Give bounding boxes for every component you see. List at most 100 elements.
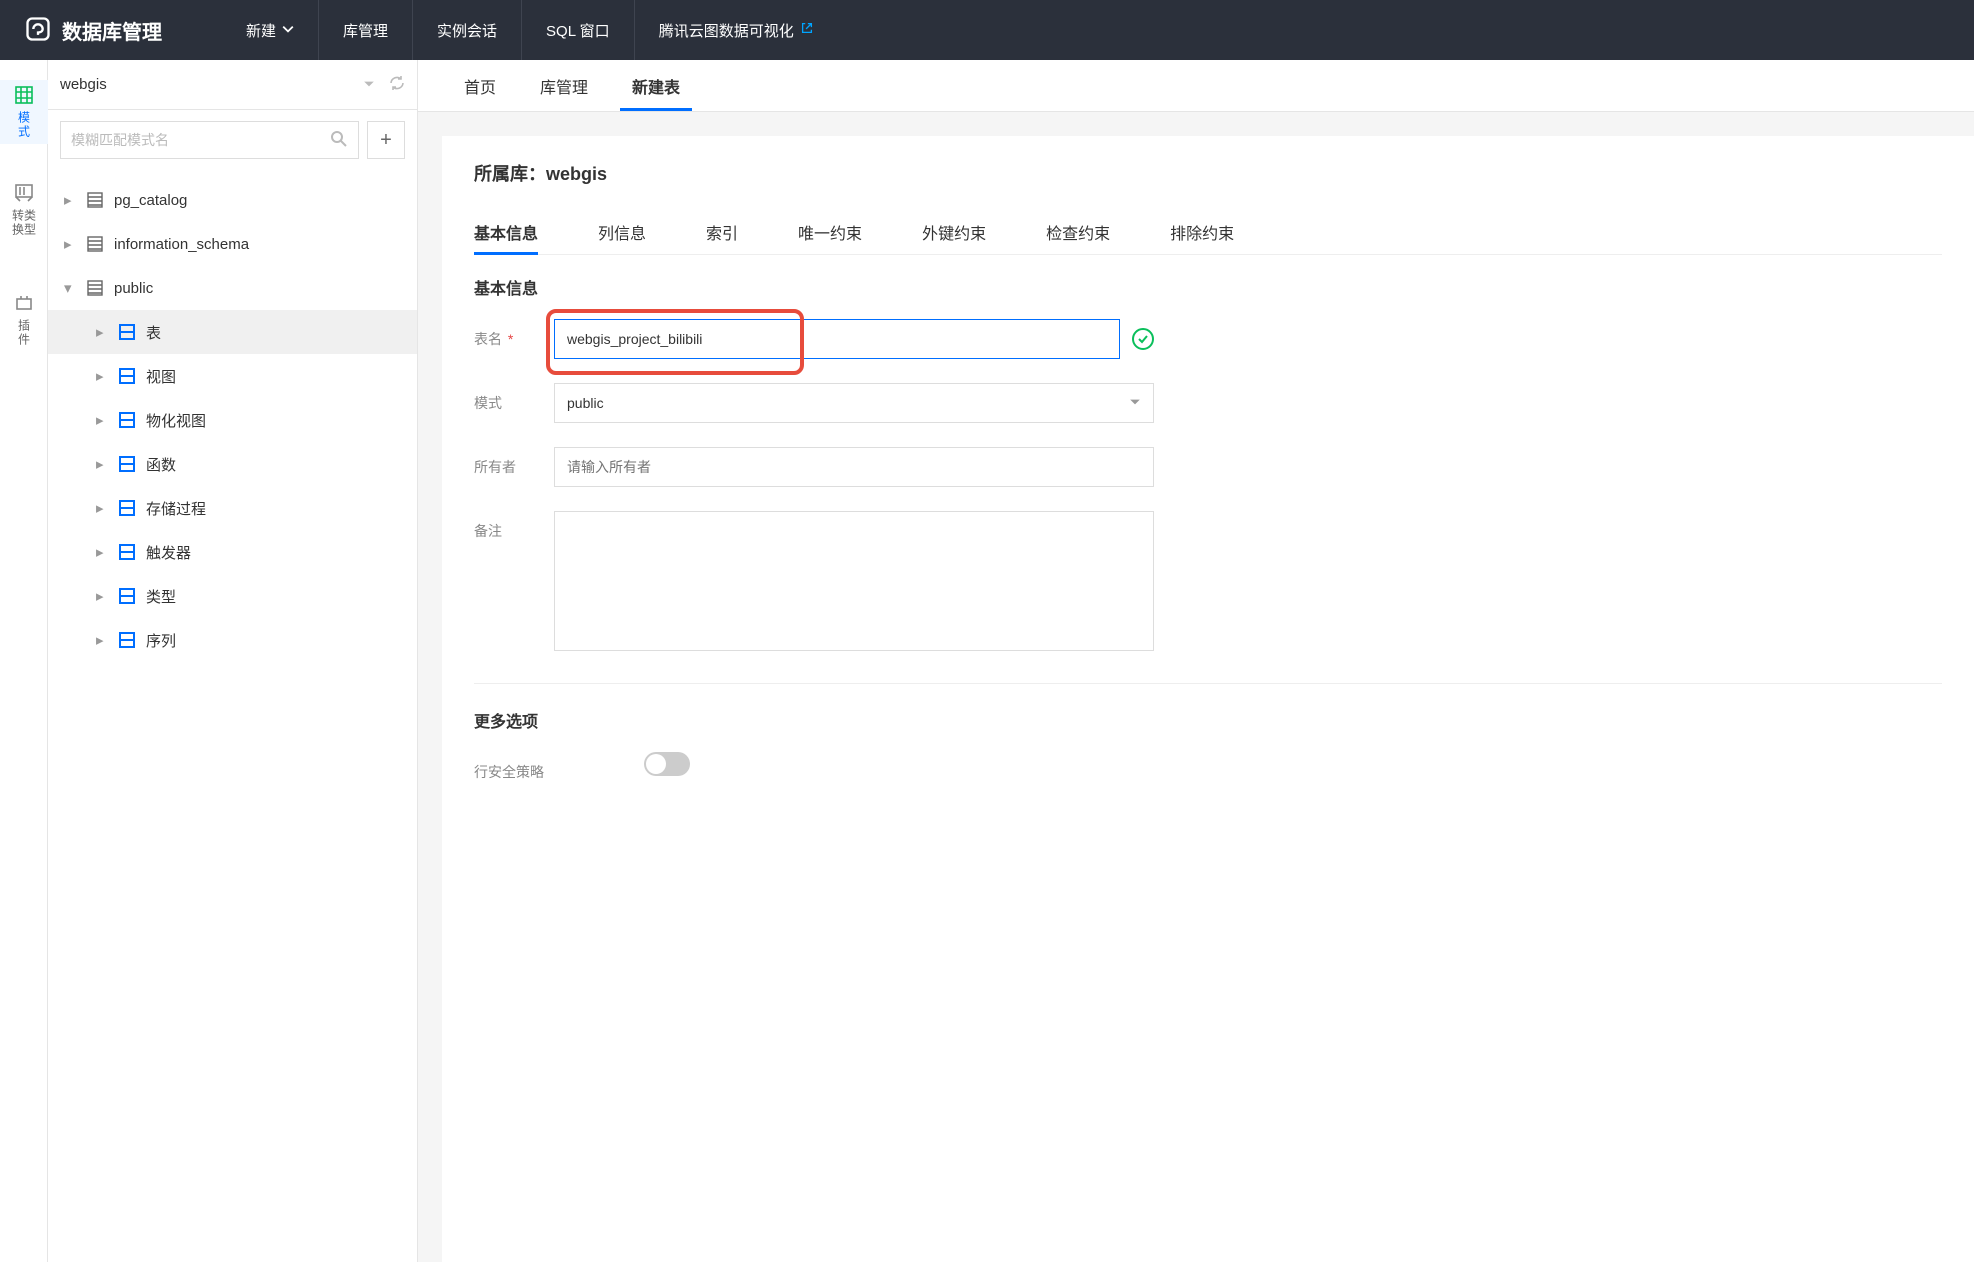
tree-schema-information-schema[interactable]: ▸ information_schema bbox=[48, 222, 417, 266]
owner-db-label: 所属库： bbox=[474, 164, 546, 184]
brand-text: 数据库管理 bbox=[62, 16, 162, 45]
tree-triggers[interactable]: ▸ 触发器 bbox=[48, 530, 417, 574]
dropdown-icon[interactable] bbox=[363, 77, 375, 93]
rail-plugin[interactable]: 插件 bbox=[0, 288, 48, 352]
logo-icon bbox=[24, 15, 52, 46]
subtab-label: 列信息 bbox=[598, 226, 646, 243]
tab-label: 库管理 bbox=[540, 74, 588, 98]
schema-icon bbox=[86, 191, 104, 209]
subtab-exclude[interactable]: 排除约束 bbox=[1170, 210, 1234, 254]
tab-db-manage[interactable]: 库管理 bbox=[518, 60, 610, 111]
caret-right-icon: ▸ bbox=[96, 367, 110, 385]
label-row-security: 行安全策略 bbox=[474, 752, 644, 782]
schema-select[interactable]: public bbox=[554, 383, 1154, 423]
subtab-index[interactable]: 索引 bbox=[706, 210, 738, 254]
subtabs: 基本信息 列信息 索引 唯一约束 外键约束 检查约束 排除约束 bbox=[474, 210, 1942, 255]
nav-session[interactable]: 实例会话 bbox=[413, 0, 522, 60]
subtab-check[interactable]: 检查约束 bbox=[1046, 210, 1110, 254]
tab-home[interactable]: 首页 bbox=[442, 60, 518, 111]
search-icon bbox=[330, 130, 348, 151]
label-table-name: 表名 * bbox=[474, 319, 554, 349]
subtab-label: 索引 bbox=[706, 226, 738, 243]
nav-db-manage[interactable]: 库管理 bbox=[319, 0, 413, 60]
content: 首页 库管理 新建表 所属库：webgis 基本信息 列信息 索引 唯一约束 外… bbox=[418, 60, 1974, 1262]
subtab-foreignkey[interactable]: 外键约束 bbox=[922, 210, 986, 254]
nav-sql-label: SQL 窗口 bbox=[546, 20, 610, 41]
chevron-down-icon bbox=[282, 22, 294, 39]
nav-new[interactable]: 新建 bbox=[222, 0, 319, 60]
content-tabs: 首页 库管理 新建表 bbox=[418, 60, 1974, 112]
caret-right-icon: ▸ bbox=[96, 499, 110, 517]
type-icon bbox=[118, 587, 136, 605]
field-schema: public bbox=[554, 383, 1154, 423]
owner-db-value: webgis bbox=[546, 164, 607, 184]
brand: 数据库管理 bbox=[24, 15, 162, 46]
tree-procedures[interactable]: ▸ 存储过程 bbox=[48, 486, 417, 530]
view-icon bbox=[118, 367, 136, 385]
layout: 模式 类型转换 插件 webgis + ▸ bbox=[0, 60, 1974, 1262]
caret-down-icon: ▾ bbox=[64, 279, 78, 297]
field-table-name bbox=[554, 319, 1154, 359]
tree-sequences[interactable]: ▸ 序列 bbox=[48, 618, 417, 662]
sidebar-search: + bbox=[48, 110, 417, 170]
tree-tables[interactable]: ▸ 表 bbox=[48, 310, 417, 354]
schema-search-input[interactable] bbox=[71, 132, 330, 148]
subtab-basic[interactable]: 基本信息 bbox=[474, 210, 538, 254]
topbar: 数据库管理 新建 库管理 实例会话 SQL 窗口 腾讯云图数据可视化 bbox=[0, 0, 1974, 60]
table-name-input[interactable] bbox=[554, 319, 1120, 359]
tree-label: 表 bbox=[146, 322, 161, 343]
left-rail: 模式 类型转换 插件 bbox=[0, 60, 48, 1262]
rail-type-cast-label: 类型转换 bbox=[12, 209, 36, 248]
field-row-security bbox=[644, 752, 1244, 776]
tree-functions[interactable]: ▸ 函数 bbox=[48, 442, 417, 486]
refresh-icon[interactable] bbox=[389, 75, 405, 94]
rail-schema[interactable]: 模式 bbox=[0, 80, 48, 144]
tree-label: 存储过程 bbox=[146, 498, 206, 519]
tree-materialized-views[interactable]: ▸ 物化视图 bbox=[48, 398, 417, 442]
remark-textarea[interactable] bbox=[554, 511, 1154, 651]
subtab-columns[interactable]: 列信息 bbox=[598, 210, 646, 254]
row-row-security: 行安全策略 bbox=[474, 752, 1942, 782]
panel: 所属库：webgis 基本信息 列信息 索引 唯一约束 外键约束 检查约束 排除… bbox=[418, 112, 1974, 1262]
divider bbox=[474, 683, 1942, 684]
tab-new-table[interactable]: 新建表 bbox=[610, 60, 702, 111]
subtab-label: 唯一约束 bbox=[798, 226, 862, 243]
subtab-label: 排除约束 bbox=[1170, 226, 1234, 243]
mview-icon bbox=[118, 411, 136, 429]
tree-label: pg_catalog bbox=[114, 192, 187, 209]
caret-right-icon: ▸ bbox=[64, 235, 78, 253]
search-box[interactable] bbox=[60, 121, 359, 159]
caret-right-icon: ▸ bbox=[64, 191, 78, 209]
tree-label: information_schema bbox=[114, 236, 249, 253]
caret-right-icon: ▸ bbox=[96, 631, 110, 649]
rail-type-cast[interactable]: 类型转换 bbox=[0, 184, 48, 248]
row-security-toggle[interactable] bbox=[644, 752, 690, 776]
sidebar-head: webgis bbox=[48, 60, 417, 110]
tree-label: 序列 bbox=[146, 630, 176, 651]
subtab-label: 外键约束 bbox=[922, 226, 986, 243]
rail-plugin-label: 插件 bbox=[18, 319, 30, 347]
tree-label: 类型 bbox=[146, 586, 176, 607]
tree-label: 函数 bbox=[146, 454, 176, 475]
label-remark: 备注 bbox=[474, 511, 554, 541]
add-schema-button[interactable]: + bbox=[367, 121, 405, 159]
trigger-icon bbox=[118, 543, 136, 561]
schema-select-value: public bbox=[567, 395, 604, 411]
tree-views[interactable]: ▸ 视图 bbox=[48, 354, 417, 398]
table-icon bbox=[118, 323, 136, 341]
tree-schema-pg-catalog[interactable]: ▸ pg_catalog bbox=[48, 178, 417, 222]
db-actions bbox=[363, 75, 405, 94]
chevron-down-icon bbox=[1129, 395, 1141, 411]
subtab-unique[interactable]: 唯一约束 bbox=[798, 210, 862, 254]
nav-sql[interactable]: SQL 窗口 bbox=[522, 0, 635, 60]
external-link-icon bbox=[800, 21, 814, 39]
nav-tcv[interactable]: 腾讯云图数据可视化 bbox=[635, 0, 838, 60]
tree-types[interactable]: ▸ 类型 bbox=[48, 574, 417, 618]
field-owner bbox=[554, 447, 1154, 487]
owner-input[interactable] bbox=[554, 447, 1154, 487]
label-schema: 模式 bbox=[474, 383, 554, 413]
subtab-label: 检查约束 bbox=[1046, 226, 1110, 243]
rail-schema-label: 模式 bbox=[18, 111, 30, 139]
tree-label: 物化视图 bbox=[146, 410, 206, 431]
tree-schema-public[interactable]: ▾ public bbox=[48, 266, 417, 310]
